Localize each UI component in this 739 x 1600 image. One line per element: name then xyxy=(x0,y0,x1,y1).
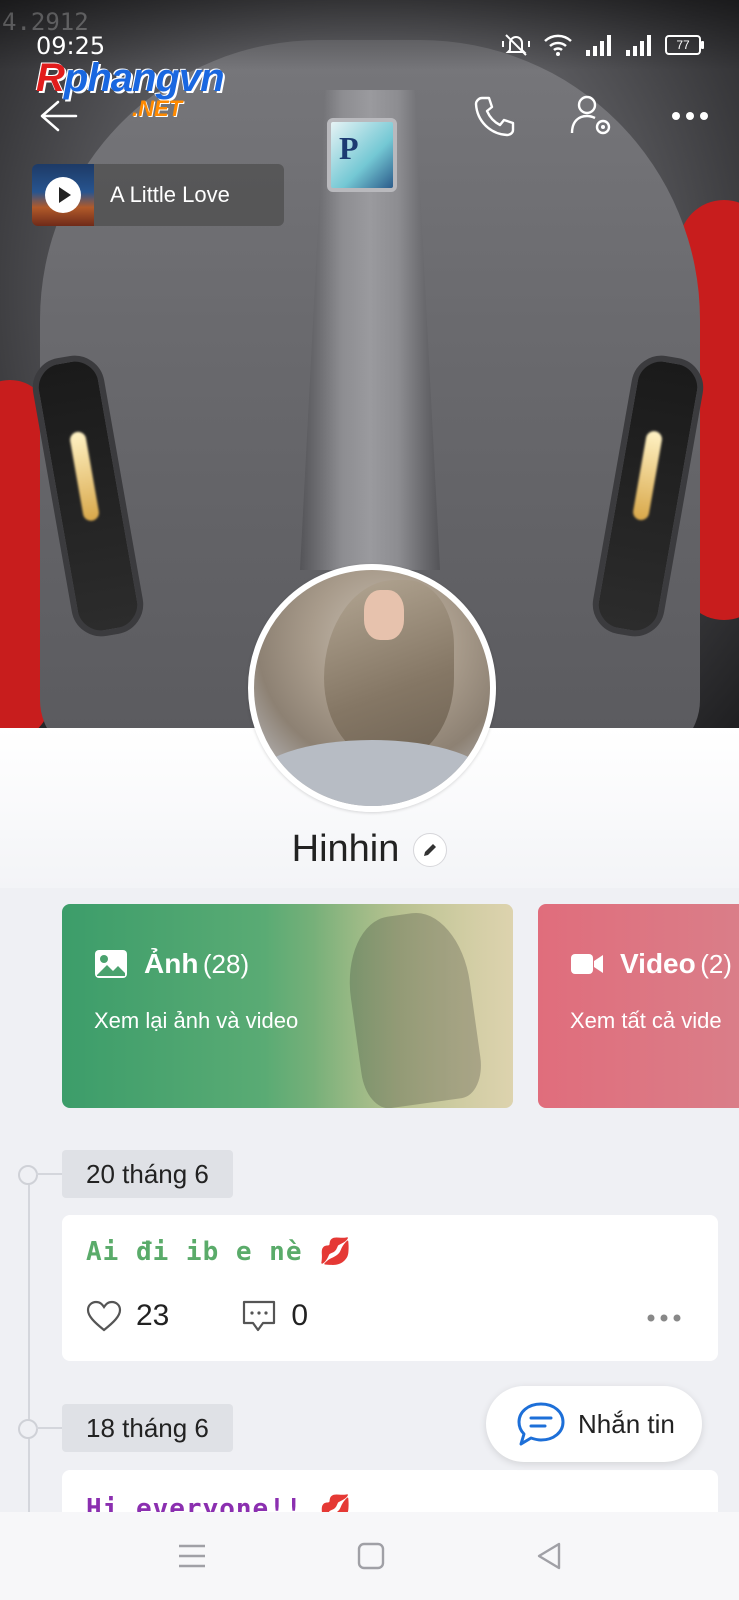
image-icon xyxy=(95,950,127,978)
timeline-connector xyxy=(36,1173,62,1175)
profile-settings-button[interactable] xyxy=(566,90,618,142)
timeline-dot xyxy=(18,1165,38,1185)
avatar-hand xyxy=(364,590,404,640)
music-title: A Little Love xyxy=(110,182,230,207)
like-count: 23 xyxy=(136,1299,170,1332)
cover-light-glow xyxy=(631,429,664,522)
chat-bubble-icon xyxy=(517,1402,565,1446)
edit-name-button[interactable] xyxy=(413,832,448,867)
cover-light-glow xyxy=(68,430,101,523)
system-nav-bar xyxy=(0,1512,739,1600)
photos-subtitle: Xem lại ảnh và video xyxy=(94,1008,299,1033)
post-more-icon[interactable] xyxy=(646,1313,682,1323)
photos-card-header: Ảnh (28) xyxy=(94,948,249,980)
mute-bell-icon xyxy=(502,34,530,56)
logo-main-rest: phangvn xyxy=(63,56,225,100)
message-button-label: Nhắn tin xyxy=(578,1408,675,1439)
photos-label: Ảnh xyxy=(144,948,199,979)
avatar-shirt xyxy=(254,740,490,806)
comment-count: 0 xyxy=(291,1299,309,1332)
user-settings-icon xyxy=(570,95,611,135)
back-triangle-icon[interactable] xyxy=(535,1541,563,1571)
post-text: Ai đi ib e nè 💋 xyxy=(86,1237,353,1267)
videos-label: Video xyxy=(620,948,696,979)
profile-music[interactable]: A Little Love xyxy=(32,164,284,226)
timeline-date: 18 tháng 6 xyxy=(62,1404,233,1452)
battery-icon: 77 xyxy=(665,35,704,55)
message-button[interactable]: Nhắn tin xyxy=(486,1386,702,1462)
videos-count: (2) xyxy=(700,949,732,979)
back-icon xyxy=(40,100,78,132)
photos-card[interactable]: Ảnh (28) Xem lại ảnh và video xyxy=(62,904,513,1108)
timeline-line xyxy=(28,1174,30,1514)
timeline-dot xyxy=(18,1419,38,1439)
like-button[interactable]: 23 xyxy=(86,1299,169,1333)
call-button[interactable] xyxy=(468,90,520,142)
videos-card-header: Video (2) xyxy=(570,948,732,980)
signal-icon xyxy=(586,35,611,56)
back-button[interactable] xyxy=(32,90,84,142)
timeline-post[interactable]: Ai đi ib e nè 💋 23 0 xyxy=(62,1215,718,1361)
avatar[interactable] xyxy=(248,564,496,812)
more-icon xyxy=(672,112,708,120)
videos-subtitle: Xem tất cả vide xyxy=(570,1008,722,1033)
videos-card[interactable]: Video (2) Xem tất cả vide xyxy=(538,904,739,1108)
music-thumbnail xyxy=(32,164,94,226)
post-emoji: 💋 xyxy=(319,1237,353,1267)
cover-badge-letter: P xyxy=(339,130,359,166)
comment-icon xyxy=(243,1300,276,1332)
edit-icon xyxy=(424,843,437,856)
wifi-icon xyxy=(544,34,572,56)
post-text-body: Ai đi ib e nè xyxy=(86,1237,303,1267)
home-square-icon[interactable] xyxy=(357,1542,385,1570)
profile-name: Hinhin xyxy=(291,828,400,870)
play-icon[interactable] xyxy=(45,177,81,213)
post-actions: 23 0 xyxy=(86,1299,380,1333)
status-icons: 77 xyxy=(501,32,704,58)
timeline-date: 20 tháng 6 xyxy=(62,1150,233,1198)
timeline-connector xyxy=(36,1427,62,1429)
logo-suffix: .NET xyxy=(132,96,183,121)
comment-button[interactable]: 0 xyxy=(241,1299,308,1333)
phone-icon xyxy=(474,96,515,137)
signal-icon-2 xyxy=(626,35,651,56)
cover-badge: P xyxy=(327,118,397,192)
heart-icon xyxy=(86,1300,122,1332)
more-options-button[interactable] xyxy=(664,90,716,142)
menu-icon[interactable] xyxy=(177,1543,207,1569)
video-camera-icon xyxy=(571,954,603,974)
photos-count: (28) xyxy=(202,949,250,979)
profile-name-row: Hinhin xyxy=(0,828,739,871)
